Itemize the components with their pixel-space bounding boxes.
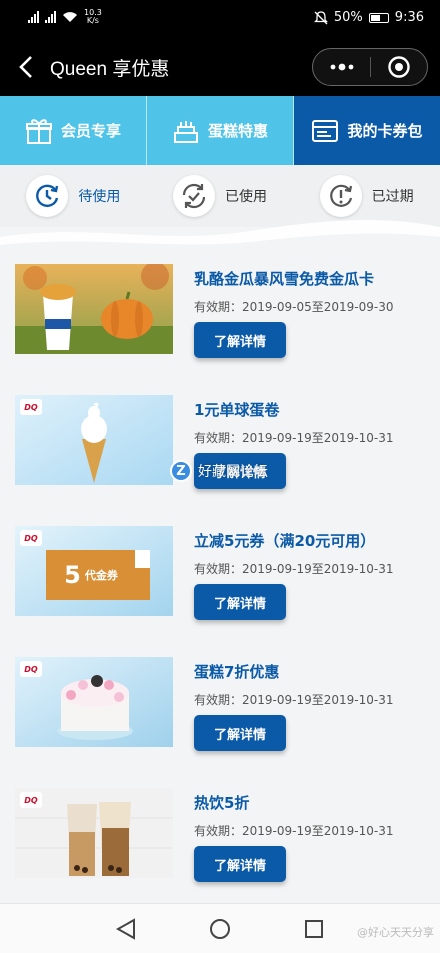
tab-my-coupons[interactable]: 我的卡券包	[294, 96, 440, 165]
coupon-thumbnail: DQ	[15, 788, 173, 878]
watermark-text: 好藏网论坛	[198, 464, 268, 480]
status-label: 待使用	[78, 189, 121, 205]
tab-label: 蛋糕特惠	[207, 122, 268, 140]
coupon-validity: 有效期：2019-09-19至2019-10-31	[194, 693, 394, 707]
coupon-validity: 有效期：2019-09-19至2019-10-31	[194, 562, 394, 576]
close-miniprogram-button[interactable]	[371, 49, 427, 85]
nav-back-button[interactable]	[115, 918, 137, 940]
tab-cake-deals[interactable]: 蛋糕特惠	[147, 96, 294, 165]
more-button[interactable]	[313, 49, 370, 85]
tab-label: 我的卡券包	[347, 122, 423, 140]
status-label: 已使用	[225, 189, 267, 205]
target-close-icon	[388, 56, 410, 78]
gift-icon	[25, 118, 52, 144]
dq-logo: DQ	[20, 530, 42, 546]
coupon-item: 乳酪金瓜暴风雪免费金瓜卡 有效期：2019-09-05至2019-09-30 了…	[0, 262, 440, 393]
page-title: Queen 享优惠	[50, 59, 170, 80]
coupon-validity: 有效期：2019-09-19至2019-10-31	[194, 824, 394, 838]
status-label: 已过期	[371, 189, 414, 205]
voucher-face: 5 代金券	[46, 550, 136, 600]
card-icon	[312, 119, 339, 142]
coupon-name: 1元单球蛋卷	[194, 401, 280, 419]
voucher-label: 代金券	[84, 569, 118, 582]
coupon-name: 乳酪金瓜暴风雪免费金瓜卡	[194, 270, 375, 288]
coupon-thumbnail	[15, 264, 173, 354]
coupon-thumbnail: DQ 5 代金券	[15, 526, 173, 616]
coupon-thumbnail: DQ	[15, 395, 173, 485]
coupon-name: 热饮5折	[194, 794, 250, 812]
coupon-item: DQ 蛋糕7折优惠 有效期：2019-09-19至2019-10-31 了解详情	[0, 655, 440, 786]
signal-icon	[45, 11, 56, 23]
tab-member-exclusive[interactable]: 会员专享	[0, 96, 147, 165]
category-tabs: 会员专享 蛋糕特惠 我的卡券包	[0, 96, 440, 165]
network-unit: K/s	[86, 16, 99, 25]
dq-logo: DQ	[20, 399, 42, 415]
dq-logo: DQ	[20, 661, 42, 677]
coupon-name: 立减5元券（满20元可用）	[194, 532, 376, 550]
miniprogram-capsule	[312, 48, 428, 86]
coupon-details-button[interactable]: 了解详情	[194, 846, 286, 882]
back-button[interactable]	[14, 54, 38, 80]
coupon-validity: 有效期：2019-09-19至2019-10-31	[194, 431, 394, 445]
coupon-details-button[interactable]: 了解详情	[194, 322, 286, 358]
nav-home-button[interactable]	[209, 918, 231, 940]
coupon-details-button[interactable]: 了解详情	[194, 715, 286, 751]
coupon-item: DQ 热饮5折 有效期：2019-09-19至2019-10-31 了解详情	[0, 786, 440, 917]
mute-bell-icon	[313, 10, 328, 24]
system-nav-bar: @好心天天分享	[0, 903, 440, 953]
nav-recents-button[interactable]	[303, 918, 325, 940]
coupon-item: DQ 5 代金券 立减5元券（满20元可用） 有效期：2019-09-19至20…	[0, 524, 440, 655]
coupon-list: 乳酪金瓜暴风雪免费金瓜卡 有效期：2019-09-05至2019-09-30 了…	[0, 262, 440, 917]
title-bar: Queen 享优惠	[0, 38, 440, 96]
coupon-thumbnail: DQ	[15, 657, 173, 747]
wave-divider	[0, 220, 440, 265]
triangle-back-icon	[116, 918, 135, 940]
signal-icon	[28, 11, 39, 23]
wifi-icon	[63, 12, 77, 22]
coupon-validity: 有效期：2019-09-05至2019-09-30	[194, 300, 394, 314]
square-recents-icon	[305, 920, 323, 938]
battery-percent: 50%	[333, 10, 363, 25]
coupon-details-button[interactable]: 了解详情	[194, 584, 286, 620]
status-bar: 10.3 K/s 50% 9:36	[0, 0, 440, 38]
circle-home-icon	[210, 919, 230, 939]
cake-icon	[173, 120, 198, 143]
tab-label: 会员专享	[60, 122, 121, 140]
forum-watermark: Z 好藏网论坛	[170, 456, 290, 486]
dq-logo: DQ	[20, 792, 42, 808]
chevron-left-icon	[19, 56, 32, 78]
coupon-name: 蛋糕7折优惠	[194, 663, 280, 681]
battery-icon	[368, 12, 389, 23]
weibo-credit: @好心天天分享	[357, 926, 434, 939]
voucher-amount: 5	[64, 561, 81, 589]
more-dots-icon	[330, 63, 353, 71]
watermark-logo-icon: Z	[170, 460, 192, 482]
clock-time: 9:36	[394, 10, 424, 25]
